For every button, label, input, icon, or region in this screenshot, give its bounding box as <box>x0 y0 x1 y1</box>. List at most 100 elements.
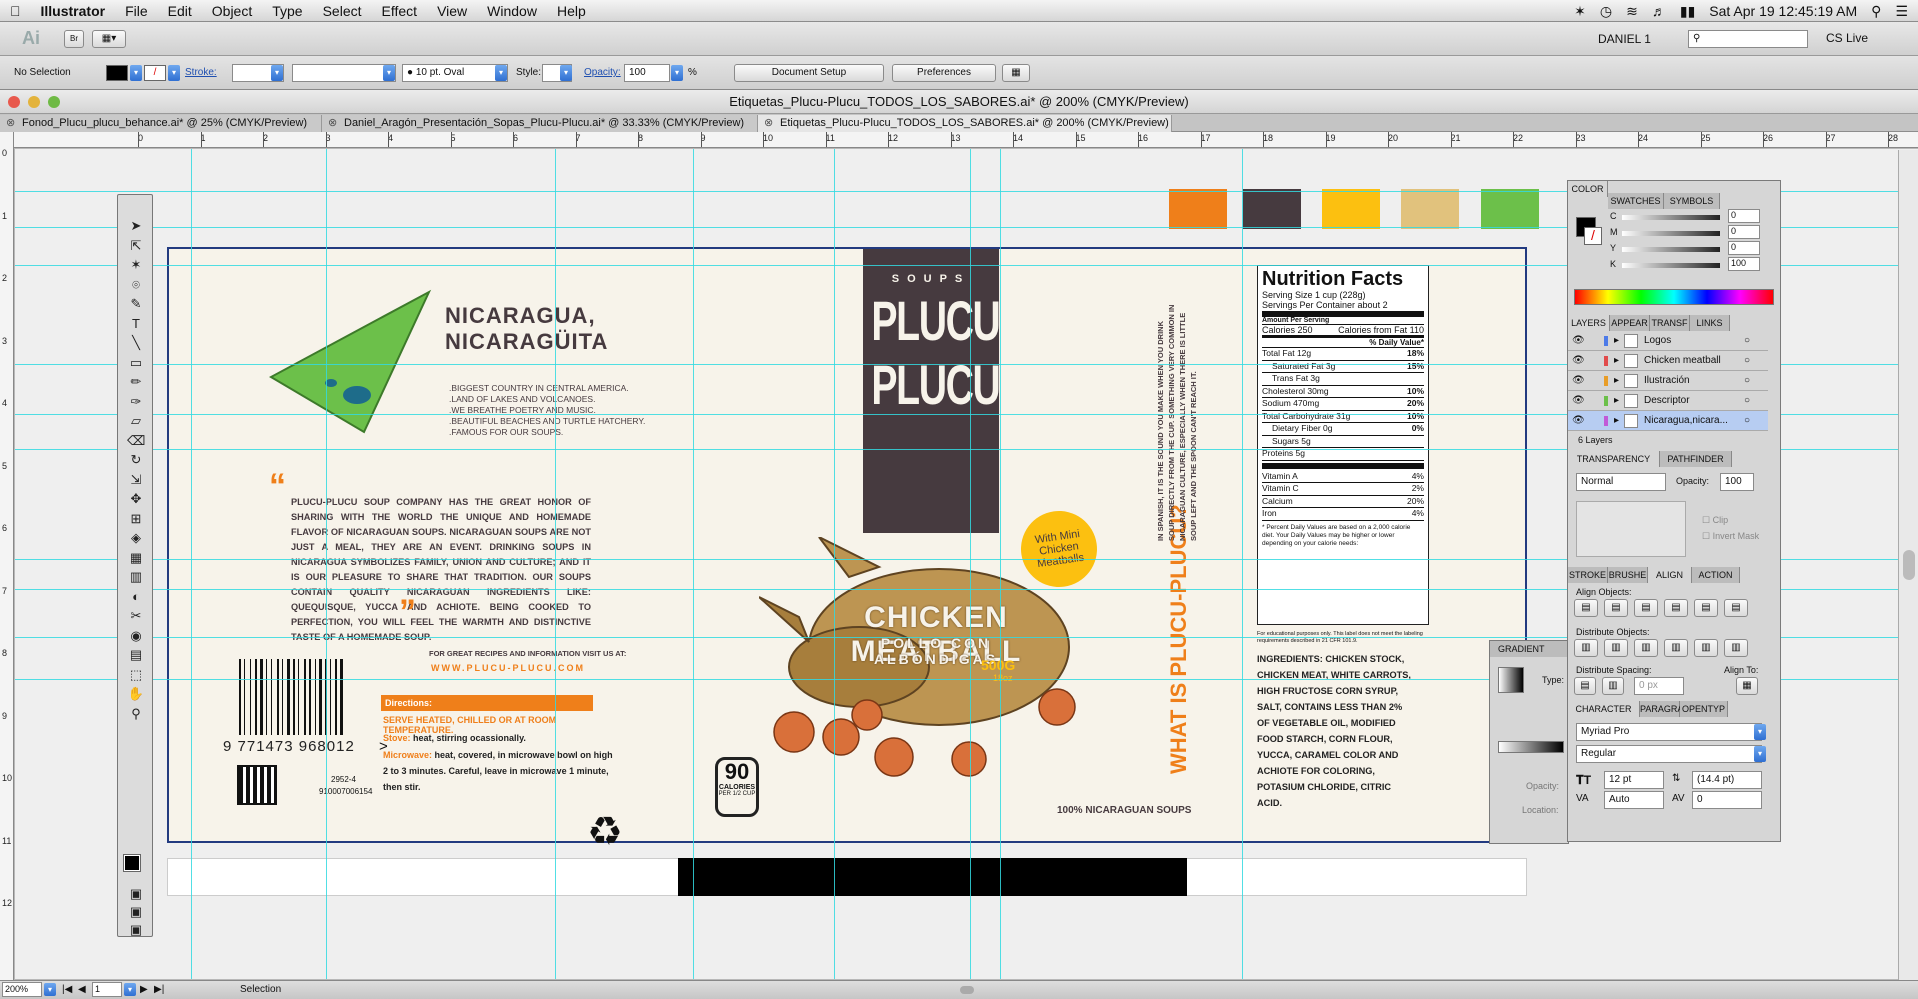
tab-swatches[interactable]: SWATCHES <box>1608 193 1664 209</box>
opacity-label[interactable]: Opacity: <box>584 67 621 78</box>
free-transform-tool-icon[interactable]: ⊞ <box>127 510 145 528</box>
cmyk-slider[interactable] <box>1622 247 1720 252</box>
tab-presentacion[interactable]: ⊗ Daniel_Aragón_Presentación_Sopas_Plucu-… <box>322 115 758 132</box>
direct-selection-tool-icon[interactable]: ⇱ <box>127 237 145 255</box>
soup-label-artboard[interactable]: NICARAGUA, NICARAGÜITA .BIGGEST COUNTRY … <box>167 247 1527 854</box>
kerning-field[interactable]: Auto <box>1604 791 1664 809</box>
layer-row[interactable]: 👁 ▸ Ilustración ○ <box>1568 371 1768 391</box>
drawing-mode-icon[interactable]: ▣ <box>127 903 145 921</box>
zoom-window-button[interactable] <box>48 96 60 108</box>
time-machine-icon[interactable]: ◷ <box>1600 3 1612 20</box>
cmyk-slider[interactable] <box>1622 231 1720 236</box>
volume-icon[interactable]: ♬ <box>1652 3 1666 19</box>
variable-width-field[interactable] <box>292 64 396 82</box>
line-tool-icon[interactable]: ╲ <box>127 334 145 352</box>
tab-links[interactable]: LINKS <box>1690 315 1730 331</box>
tab-pathfinder[interactable]: PATHFINDER <box>1660 451 1732 467</box>
close-tab-icon[interactable]: ⊗ <box>764 115 773 131</box>
magic-wand-tool-icon[interactable]: ✶ <box>127 256 145 274</box>
distribute-button-icon[interactable]: ▥ <box>1724 639 1748 657</box>
page-field[interactable]: 1 <box>92 982 122 997</box>
tab-paragraph[interactable]: PARAGRA <box>1640 701 1683 717</box>
slice-tool-icon[interactable]: ⚲ <box>127 705 145 723</box>
horizontal-scroll-thumb[interactable] <box>960 986 974 994</box>
eye-icon[interactable]: 👁 <box>1572 391 1585 411</box>
layer-row[interactable]: 👁 ▸ Chicken meatball ○ <box>1568 351 1768 371</box>
minimize-window-button[interactable] <box>28 96 40 108</box>
bluetooth-icon[interactable]: ✶ <box>1574 3 1586 20</box>
pencil-tool-icon[interactable]: ✑ <box>127 393 145 411</box>
eraser-tool-icon[interactable]: ⌫ <box>127 432 145 450</box>
distribute-button-icon[interactable]: ▥ <box>1574 639 1598 657</box>
tab-align[interactable]: ALIGN <box>1648 567 1692 583</box>
rectangle-tool-icon[interactable]: ▭ <box>127 354 145 372</box>
fill-stroke-icon[interactable] <box>123 854 141 872</box>
vertical-ruler[interactable]: 0 1 2 3 4 5 6 7 8 9 10 11 12 <box>0 132 14 980</box>
eyedropper-tool-icon[interactable]: ✂ <box>127 607 145 625</box>
blob-brush-tool-icon[interactable]: ▱ <box>127 412 145 430</box>
distribute-button-icon[interactable]: ▥ <box>1604 639 1628 657</box>
horizontal-ruler[interactable]: 0 1 2 3 4 5 6 7 8 9 10 11 12 13 14 15 16 17 18 19 20 21 22 23 24… <box>14 132 1918 148</box>
close-tab-icon[interactable]: ⊗ <box>328 115 337 131</box>
swatch-green[interactable] <box>1481 189 1539 229</box>
cmyk-value-field[interactable]: 100 <box>1728 257 1760 271</box>
menu-select[interactable]: Select <box>313 3 372 19</box>
align-button-icon[interactable]: ▤ <box>1724 599 1748 617</box>
tab-appearance[interactable]: APPEAR <box>1610 315 1650 331</box>
stroke-weight-dropdown[interactable]: ▾ <box>271 65 283 81</box>
scale-tool-icon[interactable]: ⇲ <box>127 471 145 489</box>
horizontal-spacing-icon[interactable]: ▥ <box>1602 677 1624 695</box>
zoom-field[interactable]: 200% <box>2 982 42 997</box>
close-tab-icon[interactable]: ⊗ <box>6 115 15 131</box>
gradient-tab[interactable]: GRADIENT <box>1490 641 1568 657</box>
brush-field[interactable]: ● 10 pt. Oval <box>402 64 508 82</box>
target-icon[interactable]: ○ <box>1744 411 1750 431</box>
font-family-dropdown[interactable]: ▾ <box>1754 724 1766 740</box>
lasso-tool-icon[interactable]: ⌾ <box>127 276 145 294</box>
distribute-spacing-field[interactable]: 0 px <box>1634 677 1684 695</box>
layer-row[interactable]: 👁 ▸ Descriptor ○ <box>1568 391 1768 411</box>
menu-file[interactable]: File <box>115 3 158 19</box>
guide-vertical[interactable] <box>326 149 327 979</box>
eye-icon[interactable]: 👁 <box>1572 411 1585 431</box>
stroke-swatch[interactable]: / <box>144 65 166 81</box>
apple-icon[interactable]:  <box>0 3 31 19</box>
warp-tool-icon[interactable]: ✥ <box>127 490 145 508</box>
guide-vertical[interactable] <box>191 149 192 979</box>
black-band[interactable] <box>678 858 1187 896</box>
eye-icon[interactable]: 👁 <box>1572 351 1585 371</box>
layer-row[interactable]: 👁 ▸ Nicaragua,nicara... ○ <box>1568 411 1768 431</box>
eye-icon[interactable]: 👁 <box>1572 331 1585 351</box>
zoom-dropdown[interactable]: ▾ <box>44 983 56 996</box>
cmyk-value-field[interactable]: 0 <box>1728 225 1760 239</box>
expand-arrow-icon[interactable]: ▸ <box>1614 351 1619 371</box>
leading-field[interactable]: (14.4 pt) <box>1692 771 1762 789</box>
tab-symbols[interactable]: SYMBOLS <box>1664 193 1720 209</box>
document-setup-button[interactable]: Document Setup <box>734 64 884 82</box>
expand-arrow-icon[interactable]: ▸ <box>1614 411 1619 431</box>
guide-vertical[interactable] <box>1242 149 1243 979</box>
website-url[interactable]: WWW.PLUCU-PLUCU.COM <box>431 663 585 673</box>
invert-mask-checkbox[interactable]: ☐ Invert Mask <box>1702 531 1759 542</box>
battery-icon[interactable]: ▮▮ <box>1680 3 1695 20</box>
page-dropdown[interactable]: ▾ <box>124 983 136 996</box>
stroke-label[interactable]: Stroke: <box>185 67 217 78</box>
tab-brushes[interactable]: BRUSHE <box>1608 567 1648 583</box>
target-icon[interactable]: ○ <box>1744 351 1750 371</box>
cmyk-slider[interactable] <box>1622 263 1720 268</box>
selection-tool-icon[interactable]: ➤ <box>127 217 145 235</box>
align-button-icon[interactable]: ▤ <box>1574 599 1598 617</box>
perspective-tool-icon[interactable]: ▦ <box>127 549 145 567</box>
menu-window[interactable]: Window <box>477 3 547 19</box>
guide-vertical[interactable] <box>834 149 835 979</box>
blend-mode-select[interactable]: Normal <box>1576 473 1666 491</box>
menu-view[interactable]: View <box>427 3 477 19</box>
gradient-slider[interactable] <box>1498 741 1564 753</box>
arrange-documents-button[interactable]: ▦▾ <box>92 30 126 48</box>
preferences-button[interactable]: Preferences <box>892 64 996 82</box>
brush-dropdown[interactable]: ▾ <box>495 65 507 81</box>
type-tool-icon[interactable]: T <box>127 315 145 333</box>
color-spectrum[interactable] <box>1574 289 1774 305</box>
style-dropdown[interactable]: ▾ <box>560 65 572 81</box>
eye-icon[interactable]: 👁 <box>1572 371 1585 391</box>
